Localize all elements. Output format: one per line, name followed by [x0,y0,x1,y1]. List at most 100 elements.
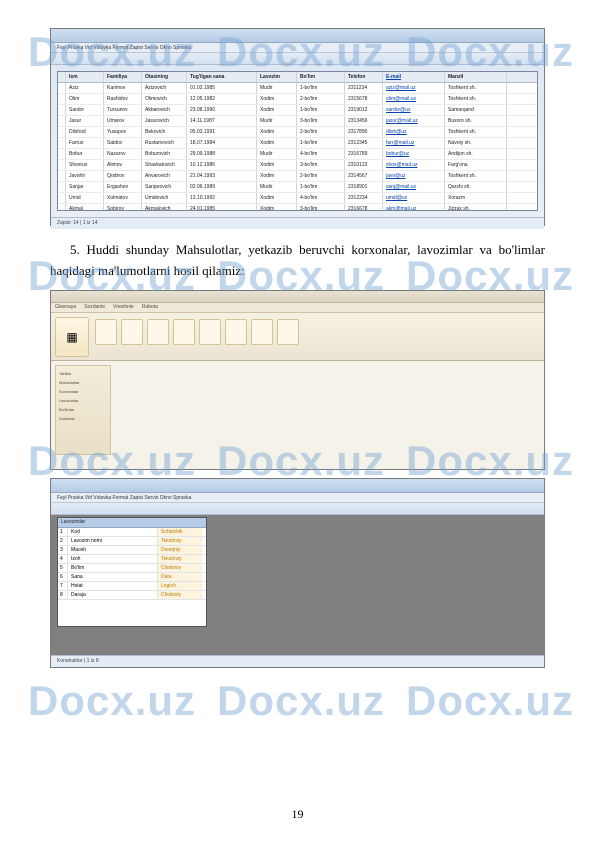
table-cell [58,204,66,211]
table-row: UmidXolmatovUmidovich13.10.1992Xodim4-bo… [58,193,537,204]
table-cell: Tursunov [104,105,142,115]
field-type: Data [158,573,202,581]
field-label: Lavozim nomi [68,537,158,545]
table-cell: bobur@uz [383,149,445,159]
document-content: Fayl Pravka Vid Vstavka Format Zapisi Se… [0,0,595,696]
table-cell: 2312345 [345,138,383,148]
table-cell: 2319012 [345,105,383,115]
table-row: OlimRashidovOlimovich12.05.1982Xodim2-bo… [58,94,537,105]
table-row: ShoxruxAlimovShavkatovich10.12.1986Xodim… [58,160,537,171]
field-type: Tekstoviy [158,537,202,545]
table-cell: 2316678 [345,204,383,211]
table-cell: Qodirov [104,171,142,181]
table-cell: 1-bo'lim [297,83,345,93]
field-row: 5Bo'limChisloviy [58,564,206,573]
table-header-cell: Lavozim [257,72,297,82]
table-cell: Sanjar [66,182,104,192]
table-cell: Yusupov [104,127,142,137]
table-cell: umid@uz [383,193,445,203]
table-cell: 05.03.1991 [187,127,257,137]
field-row: 1KodSchetchik [58,528,206,537]
table-cell: Umid [66,193,104,203]
field-label: Maosh [68,546,158,554]
ribbon-button-large: ▦ [55,317,89,357]
table-cell: 2316789 [345,149,383,159]
ribbon-button [121,319,143,345]
nav-item: Mahsulotlar [59,378,107,387]
table-cell: Jasur [66,116,104,126]
table-cell: Xodim [257,193,297,203]
body-paragraph: 5. Huddi shunday Mahsulotlar, yetkazib b… [50,240,545,282]
table-cell: 2311234 [345,83,383,93]
table-cell: Akmal [66,204,104,211]
table-cell: Mudir [257,182,297,192]
table-cell [58,138,66,148]
table-cell [58,149,66,159]
table-cell: Navoiy sh. [445,138,507,148]
field-row: 7HolatLogich. [58,582,206,591]
table-cell [58,94,66,104]
table-cell: Farrux [66,138,104,148]
table-cell: 1-bo'lim [297,182,345,192]
table-cell: Toshkent sh. [445,171,507,181]
table-cell: shox@mail.uz [383,160,445,170]
table-cell: 2310123 [345,160,383,170]
navigation-panel: TablitsiMahsulotlarKorxonalarLavozimlarB… [55,365,111,455]
table-cell: 4-bo'lim [297,193,345,203]
field-label: Izoh [68,555,158,563]
field-type: Denejniy [158,546,202,554]
ribbon-tab: Glavnaya [55,304,76,311]
field-row: 3MaoshDenejniy [58,546,206,555]
table-header-cell: Otasining [142,72,187,82]
ribbon-tabs: GlavnayaSozdanieVneshnieRabota [51,303,544,313]
table-cell: sanj@mail.uz [383,182,445,192]
table-cell: Mudir [257,149,297,159]
field-index: 8 [58,591,68,599]
field-row: 4IzohTekstoviy [58,555,206,564]
table-cell: 2314567 [345,171,383,181]
table-header-cell: Tug'ilgan sana [187,72,257,82]
nav-item: Xodimlar [59,414,107,423]
table-cell: Shoxrux [66,160,104,170]
field-type: Chisloviy [158,564,202,572]
table-cell: 4-bo'lim [297,149,345,159]
table-row: SardorTursunovAkbarovich23.08.1990Xodim1… [58,105,537,116]
field-row: 8DarajaChisloviy [58,591,206,600]
table-cell: Toshkent sh. [445,94,507,104]
table-cell: Xodim [257,127,297,137]
ribbon-button [199,319,221,345]
table-cell: 1-bo'lim [297,138,345,148]
table-cell: 1-bo'lim [297,105,345,115]
table-cell: sardor@uz [383,105,445,115]
table-cell: Xodim [257,138,297,148]
table-cell: Dilshod [66,127,104,137]
ribbon-body: ▦ [51,313,544,361]
table-cell: Sardor [66,105,104,115]
table-cell: 2318901 [345,182,383,192]
table-cell: Azizovich [142,83,187,93]
table-header-cell: Ism [66,72,104,82]
table-cell: Toshkent sh. [445,127,507,137]
table-cell: Olimovich [142,94,187,104]
ribbon-tab: Sozdanie [84,304,105,311]
table-header-cell: Manzil [445,72,507,82]
table-cell: jasur@mail.uz [383,116,445,126]
table-cell [58,127,66,137]
table-cell: Aziz [66,83,104,93]
table-cell: Farg'ona [445,160,507,170]
table-cell: 29.09.1988 [187,149,257,159]
ribbon-tab: Rabota [142,304,158,311]
table-cell: Nazarov [104,149,142,159]
field-index: 5 [58,564,68,572]
table-cell: Bekovich [142,127,187,137]
screenshot-data-table: Fayl Pravka Vid Vstavka Format Zapisi Se… [50,28,545,226]
menu-bar: Fayl Pravka Vid Vstavka Format Zapisi Se… [51,493,544,503]
table-row: FarruxSaidovRustamovich18.07.1984Xodim1-… [58,138,537,149]
table-cell: 2315678 [345,94,383,104]
table-row: JasurUmarovJasurovich14.11.1987Mudir3-bo… [58,116,537,127]
table-cell: 10.12.1986 [187,160,257,170]
ribbon-button [251,319,273,345]
ribbon-button [277,319,299,345]
table-cell: 2-bo'lim [297,94,345,104]
table-header-cell: Familiya [104,72,142,82]
